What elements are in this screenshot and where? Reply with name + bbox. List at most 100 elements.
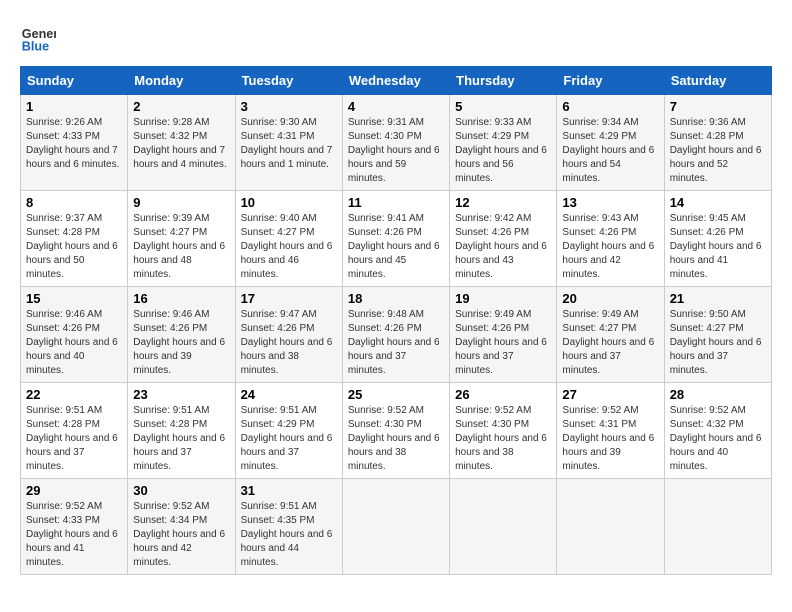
day-info: Sunrise: 9:31 AM Sunset: 4:30 PM Dayligh… bbox=[348, 116, 444, 186]
day-number: 17 bbox=[241, 291, 337, 306]
header-sunday: Sunday bbox=[21, 67, 128, 95]
week-row-2: 8 Sunrise: 9:37 AM Sunset: 4:28 PM Dayli… bbox=[21, 191, 772, 287]
day-number: 1 bbox=[26, 99, 122, 114]
day-info: Sunrise: 9:40 AM Sunset: 4:27 PM Dayligh… bbox=[241, 212, 337, 282]
day-number: 14 bbox=[670, 195, 766, 210]
day-cell: 14 Sunrise: 9:45 AM Sunset: 4:26 PM Dayl… bbox=[664, 191, 771, 287]
day-info: Sunrise: 9:50 AM Sunset: 4:27 PM Dayligh… bbox=[670, 308, 766, 378]
day-info: Sunrise: 9:36 AM Sunset: 4:28 PM Dayligh… bbox=[670, 116, 766, 186]
logo-icon: General Blue bbox=[20, 20, 56, 56]
week-row-4: 22 Sunrise: 9:51 AM Sunset: 4:28 PM Dayl… bbox=[21, 383, 772, 479]
day-info: Sunrise: 9:51 AM Sunset: 4:29 PM Dayligh… bbox=[241, 404, 337, 474]
day-number: 6 bbox=[562, 99, 658, 114]
day-cell bbox=[557, 479, 664, 575]
header-friday: Friday bbox=[557, 67, 664, 95]
day-cell: 8 Sunrise: 9:37 AM Sunset: 4:28 PM Dayli… bbox=[21, 191, 128, 287]
day-info: Sunrise: 9:26 AM Sunset: 4:33 PM Dayligh… bbox=[26, 116, 122, 172]
day-number: 8 bbox=[26, 195, 122, 210]
week-row-3: 15 Sunrise: 9:46 AM Sunset: 4:26 PM Dayl… bbox=[21, 287, 772, 383]
day-info: Sunrise: 9:52 AM Sunset: 4:30 PM Dayligh… bbox=[348, 404, 444, 474]
day-cell: 26 Sunrise: 9:52 AM Sunset: 4:30 PM Dayl… bbox=[450, 383, 557, 479]
day-cell: 22 Sunrise: 9:51 AM Sunset: 4:28 PM Dayl… bbox=[21, 383, 128, 479]
week-row-1: 1 Sunrise: 9:26 AM Sunset: 4:33 PM Dayli… bbox=[21, 95, 772, 191]
day-info: Sunrise: 9:46 AM Sunset: 4:26 PM Dayligh… bbox=[133, 308, 229, 378]
day-cell: 5 Sunrise: 9:33 AM Sunset: 4:29 PM Dayli… bbox=[450, 95, 557, 191]
day-cell: 12 Sunrise: 9:42 AM Sunset: 4:26 PM Dayl… bbox=[450, 191, 557, 287]
day-cell: 1 Sunrise: 9:26 AM Sunset: 4:33 PM Dayli… bbox=[21, 95, 128, 191]
header-tuesday: Tuesday bbox=[235, 67, 342, 95]
day-info: Sunrise: 9:47 AM Sunset: 4:26 PM Dayligh… bbox=[241, 308, 337, 378]
day-info: Sunrise: 9:43 AM Sunset: 4:26 PM Dayligh… bbox=[562, 212, 658, 282]
day-cell: 24 Sunrise: 9:51 AM Sunset: 4:29 PM Dayl… bbox=[235, 383, 342, 479]
day-info: Sunrise: 9:28 AM Sunset: 4:32 PM Dayligh… bbox=[133, 116, 229, 172]
day-cell: 10 Sunrise: 9:40 AM Sunset: 4:27 PM Dayl… bbox=[235, 191, 342, 287]
day-info: Sunrise: 9:46 AM Sunset: 4:26 PM Dayligh… bbox=[26, 308, 122, 378]
day-number: 20 bbox=[562, 291, 658, 306]
day-number: 19 bbox=[455, 291, 551, 306]
day-number: 31 bbox=[241, 483, 337, 498]
day-info: Sunrise: 9:30 AM Sunset: 4:31 PM Dayligh… bbox=[241, 116, 337, 172]
day-info: Sunrise: 9:51 AM Sunset: 4:35 PM Dayligh… bbox=[241, 500, 337, 570]
day-number: 26 bbox=[455, 387, 551, 402]
day-cell: 16 Sunrise: 9:46 AM Sunset: 4:26 PM Dayl… bbox=[128, 287, 235, 383]
day-info: Sunrise: 9:48 AM Sunset: 4:26 PM Dayligh… bbox=[348, 308, 444, 378]
day-cell: 7 Sunrise: 9:36 AM Sunset: 4:28 PM Dayli… bbox=[664, 95, 771, 191]
calendar-header-row: SundayMondayTuesdayWednesdayThursdayFrid… bbox=[21, 67, 772, 95]
day-cell: 23 Sunrise: 9:51 AM Sunset: 4:28 PM Dayl… bbox=[128, 383, 235, 479]
header-saturday: Saturday bbox=[664, 67, 771, 95]
day-info: Sunrise: 9:49 AM Sunset: 4:26 PM Dayligh… bbox=[455, 308, 551, 378]
day-cell: 18 Sunrise: 9:48 AM Sunset: 4:26 PM Dayl… bbox=[342, 287, 449, 383]
day-number: 5 bbox=[455, 99, 551, 114]
day-cell bbox=[664, 479, 771, 575]
day-cell: 25 Sunrise: 9:52 AM Sunset: 4:30 PM Dayl… bbox=[342, 383, 449, 479]
header-wednesday: Wednesday bbox=[342, 67, 449, 95]
day-cell: 13 Sunrise: 9:43 AM Sunset: 4:26 PM Dayl… bbox=[557, 191, 664, 287]
day-number: 30 bbox=[133, 483, 229, 498]
day-number: 29 bbox=[26, 483, 122, 498]
day-number: 13 bbox=[562, 195, 658, 210]
day-number: 12 bbox=[455, 195, 551, 210]
day-cell: 27 Sunrise: 9:52 AM Sunset: 4:31 PM Dayl… bbox=[557, 383, 664, 479]
day-cell bbox=[450, 479, 557, 575]
day-cell: 29 Sunrise: 9:52 AM Sunset: 4:33 PM Dayl… bbox=[21, 479, 128, 575]
day-info: Sunrise: 9:37 AM Sunset: 4:28 PM Dayligh… bbox=[26, 212, 122, 282]
calendar-table: SundayMondayTuesdayWednesdayThursdayFrid… bbox=[20, 66, 772, 575]
day-cell: 3 Sunrise: 9:30 AM Sunset: 4:31 PM Dayli… bbox=[235, 95, 342, 191]
day-number: 7 bbox=[670, 99, 766, 114]
day-number: 4 bbox=[348, 99, 444, 114]
day-cell: 28 Sunrise: 9:52 AM Sunset: 4:32 PM Dayl… bbox=[664, 383, 771, 479]
day-cell: 2 Sunrise: 9:28 AM Sunset: 4:32 PM Dayli… bbox=[128, 95, 235, 191]
day-cell bbox=[342, 479, 449, 575]
day-cell: 15 Sunrise: 9:46 AM Sunset: 4:26 PM Dayl… bbox=[21, 287, 128, 383]
day-info: Sunrise: 9:39 AM Sunset: 4:27 PM Dayligh… bbox=[133, 212, 229, 282]
day-number: 3 bbox=[241, 99, 337, 114]
day-info: Sunrise: 9:52 AM Sunset: 4:32 PM Dayligh… bbox=[670, 404, 766, 474]
day-number: 15 bbox=[26, 291, 122, 306]
day-number: 23 bbox=[133, 387, 229, 402]
day-info: Sunrise: 9:52 AM Sunset: 4:33 PM Dayligh… bbox=[26, 500, 122, 570]
day-number: 24 bbox=[241, 387, 337, 402]
day-cell: 6 Sunrise: 9:34 AM Sunset: 4:29 PM Dayli… bbox=[557, 95, 664, 191]
day-cell: 20 Sunrise: 9:49 AM Sunset: 4:27 PM Dayl… bbox=[557, 287, 664, 383]
day-cell: 9 Sunrise: 9:39 AM Sunset: 4:27 PM Dayli… bbox=[128, 191, 235, 287]
day-cell: 21 Sunrise: 9:50 AM Sunset: 4:27 PM Dayl… bbox=[664, 287, 771, 383]
day-info: Sunrise: 9:52 AM Sunset: 4:31 PM Dayligh… bbox=[562, 404, 658, 474]
day-info: Sunrise: 9:45 AM Sunset: 4:26 PM Dayligh… bbox=[670, 212, 766, 282]
day-number: 2 bbox=[133, 99, 229, 114]
svg-text:Blue: Blue bbox=[22, 40, 49, 54]
header-monday: Monday bbox=[128, 67, 235, 95]
day-info: Sunrise: 9:34 AM Sunset: 4:29 PM Dayligh… bbox=[562, 116, 658, 186]
day-cell: 30 Sunrise: 9:52 AM Sunset: 4:34 PM Dayl… bbox=[128, 479, 235, 575]
day-info: Sunrise: 9:41 AM Sunset: 4:26 PM Dayligh… bbox=[348, 212, 444, 282]
day-cell: 11 Sunrise: 9:41 AM Sunset: 4:26 PM Dayl… bbox=[342, 191, 449, 287]
day-cell: 4 Sunrise: 9:31 AM Sunset: 4:30 PM Dayli… bbox=[342, 95, 449, 191]
week-row-5: 29 Sunrise: 9:52 AM Sunset: 4:33 PM Dayl… bbox=[21, 479, 772, 575]
day-number: 22 bbox=[26, 387, 122, 402]
day-number: 11 bbox=[348, 195, 444, 210]
header-thursday: Thursday bbox=[450, 67, 557, 95]
day-cell: 17 Sunrise: 9:47 AM Sunset: 4:26 PM Dayl… bbox=[235, 287, 342, 383]
day-info: Sunrise: 9:33 AM Sunset: 4:29 PM Dayligh… bbox=[455, 116, 551, 186]
day-info: Sunrise: 9:51 AM Sunset: 4:28 PM Dayligh… bbox=[26, 404, 122, 474]
calendar-body: 1 Sunrise: 9:26 AM Sunset: 4:33 PM Dayli… bbox=[21, 95, 772, 575]
day-number: 27 bbox=[562, 387, 658, 402]
